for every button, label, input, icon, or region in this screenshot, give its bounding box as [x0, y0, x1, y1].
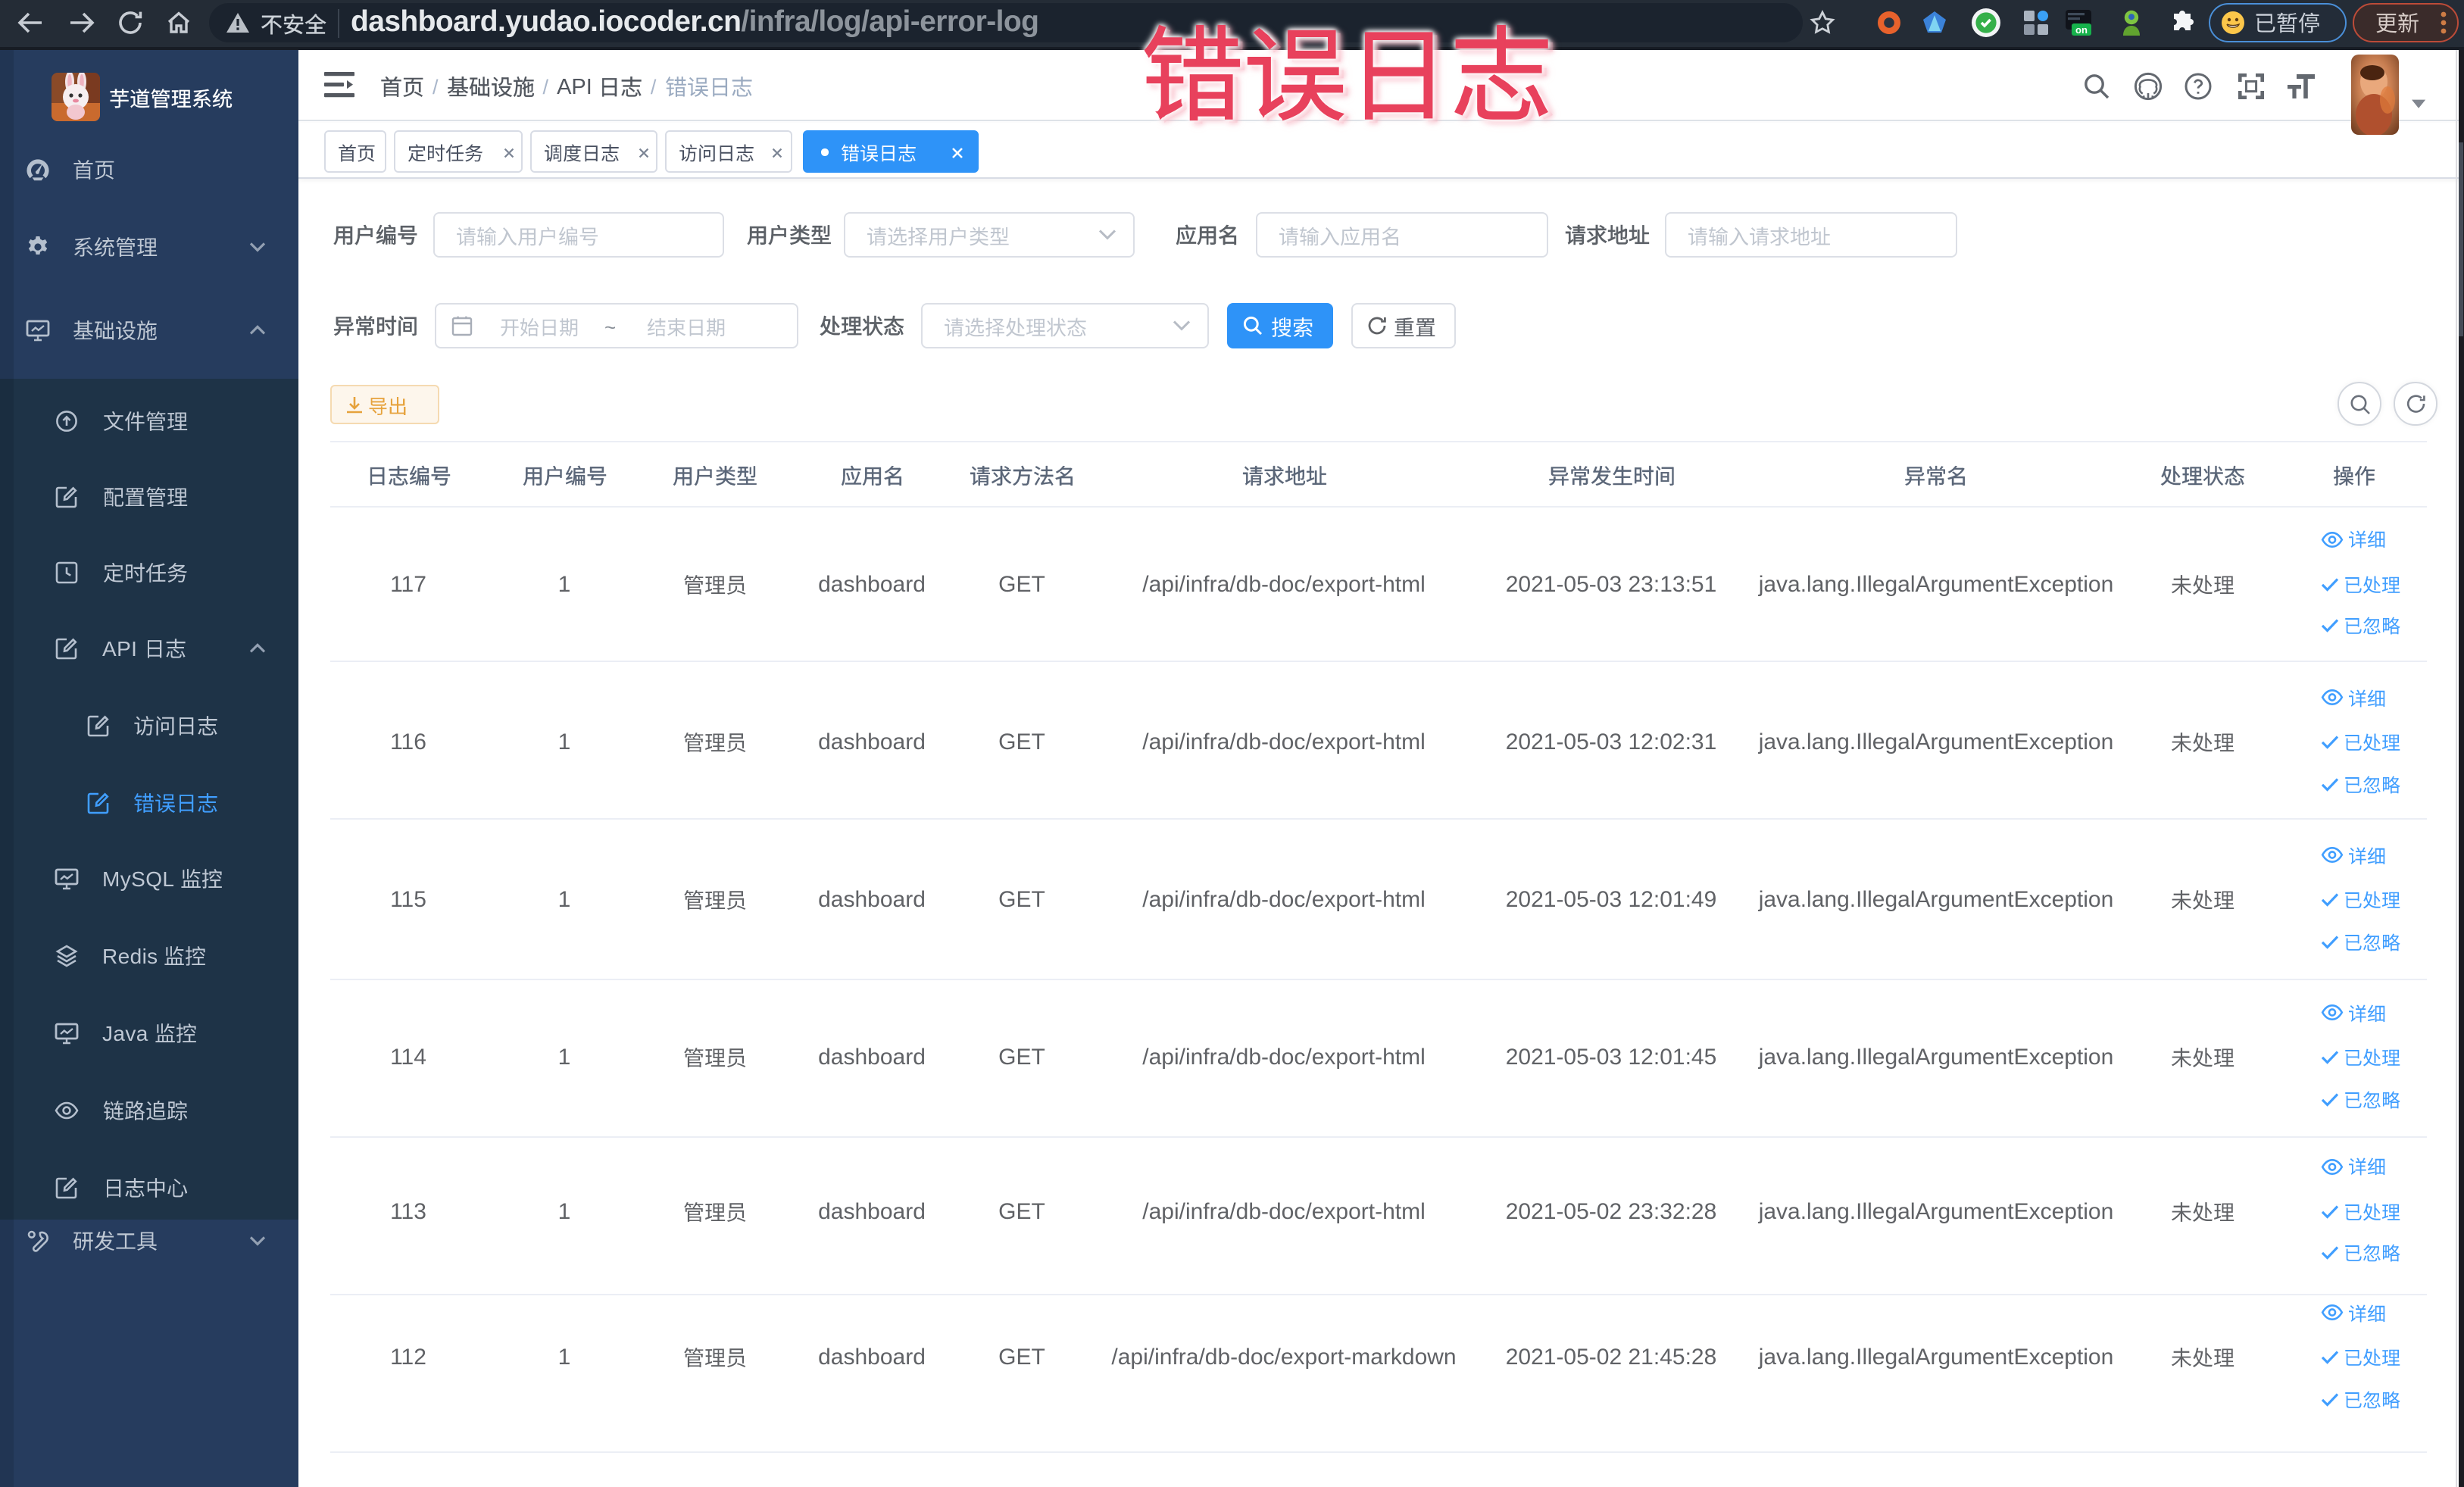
svg-text:on: on	[2075, 23, 2088, 35]
